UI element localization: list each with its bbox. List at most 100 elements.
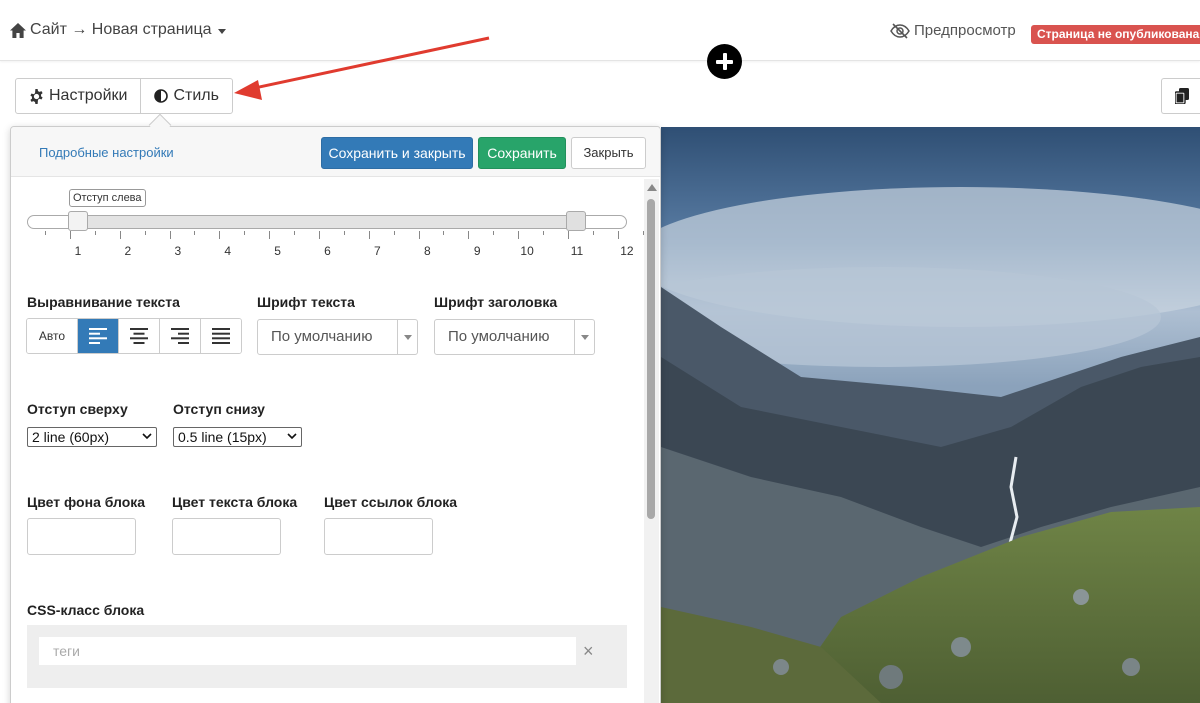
padding-bottom-label: Отступ снизу [173, 401, 265, 417]
align-justify-button[interactable] [200, 319, 241, 353]
slider-tick [69, 231, 71, 239]
slider-tick [343, 231, 345, 235]
slider-tooltip: Отступ слева [69, 189, 146, 207]
close-button[interactable]: Закрыть [571, 137, 646, 169]
tags-input[interactable]: теги [39, 637, 576, 665]
chevron-down-icon [574, 320, 594, 354]
slider-tick [543, 231, 544, 235]
link-color-label: Цвет ссылок блока [324, 494, 458, 510]
preview-label: Предпросмотр [914, 22, 1016, 39]
slider-tick-label: 8 [423, 244, 431, 258]
slider-ticks: 1 2 3 4 5 6 7 8 9 10 11 12 [11, 231, 651, 261]
slider-tick-label: 12 [620, 244, 634, 258]
gear-icon [30, 88, 43, 104]
slider-tick [244, 231, 246, 235]
padding-bottom-value: 0.5 line (15px) [178, 429, 267, 445]
slider-tick-label: 5 [274, 244, 281, 258]
slider-tick [567, 231, 569, 239]
align-right-button[interactable] [159, 319, 200, 353]
font-heading-label: Шрифт заголовка [434, 294, 558, 310]
slider-tick-label: 3 [174, 244, 182, 258]
padding-top-select[interactable]: 2 line (60px) [27, 427, 157, 447]
slider-tick [592, 231, 594, 235]
slider-tick [642, 231, 644, 235]
slider-tick [468, 231, 470, 239]
align-justify-icon [212, 328, 230, 344]
padding-top-label: Отступ сверху [27, 401, 128, 417]
slider-tick [119, 231, 121, 239]
bg-color-input[interactable] [27, 518, 136, 555]
padding-bottom-select[interactable]: 0.5 line (15px) [173, 427, 302, 447]
font-text-label: Шрифт текста [257, 294, 355, 310]
font-heading-select[interactable]: По умолчанию [434, 319, 595, 355]
padding-top-value: 2 line (60px) [32, 429, 110, 445]
tab-style[interactable]: Стиль [140, 79, 232, 113]
breadcrumb: Сайт → Новая страница [30, 21, 212, 38]
slider-tick [144, 231, 146, 235]
advanced-settings-link[interactable]: Подробные настройки [39, 145, 174, 160]
slider-tick-label: 7 [374, 244, 381, 258]
slider-tick [393, 231, 395, 235]
css-class-label: CSS-класс блока [27, 602, 145, 618]
slider-tick-label: 2 [124, 244, 132, 258]
tab-settings[interactable]: Настройки [16, 79, 140, 113]
slider-range [78, 216, 576, 228]
save-button[interactable]: Сохранить [478, 137, 566, 169]
block-tabs: Настройки Стиль [15, 78, 233, 114]
font-heading-value: По умолчанию [448, 328, 550, 345]
eye-slash-icon [890, 22, 910, 39]
align-right-icon [171, 328, 189, 344]
bg-color-label: Цвет фона блока [27, 494, 146, 510]
breadcrumb-dropdown[interactable]: Сайт → Новая страница [10, 19, 226, 41]
slider-tick [269, 231, 271, 239]
caret-down-icon [217, 28, 226, 34]
slider-handle-right[interactable] [566, 211, 586, 231]
chevron-down-icon [287, 433, 297, 440]
panel-header: Подробные настройки Сохранить и закрыть … [11, 127, 660, 177]
clear-icon[interactable]: × [583, 641, 594, 661]
slider-handle-left[interactable] [68, 211, 88, 231]
slider-tick-label: 10 [520, 244, 534, 258]
slider-tick [318, 231, 320, 239]
slider-tick [617, 231, 619, 239]
slider-tick-label: 4 [224, 244, 232, 258]
mountain-photo [661, 127, 1200, 703]
slider-tick [493, 231, 495, 235]
link-color-input[interactable] [324, 518, 433, 555]
slider-tick [368, 231, 370, 239]
style-panel: Подробные настройки Сохранить и закрыть … [10, 126, 661, 703]
home-icon [10, 22, 26, 38]
copy-button[interactable] [1161, 78, 1200, 114]
slider-tick [45, 231, 46, 235]
scroll-up-arrow-icon[interactable] [647, 184, 657, 191]
chevron-down-icon [397, 320, 417, 354]
status-badge: Страница не опубликована [1031, 25, 1200, 44]
slider-tick-label: 6 [324, 244, 331, 258]
align-left-button[interactable] [77, 319, 118, 353]
chevron-down-icon [142, 433, 152, 440]
font-text-value: По умолчанию [271, 328, 373, 345]
top-bar: Сайт → Новая страница Предпросмотр Стран… [0, 0, 1200, 61]
save-and-close-button[interactable]: Сохранить и закрыть [321, 137, 473, 169]
contrast-icon [154, 89, 169, 103]
align-center-button[interactable] [118, 319, 159, 353]
tab-settings-label: Настройки [49, 87, 128, 104]
font-text-select[interactable]: По умолчанию [257, 319, 418, 355]
copy-icon [1174, 88, 1189, 104]
preview-button[interactable]: Предпросмотр [890, 22, 1016, 39]
slider-tick-label: 9 [473, 244, 481, 258]
text-color-label: Цвет текста блока [172, 494, 298, 510]
css-class-field: теги × [27, 625, 627, 688]
slider-tick [94, 231, 96, 235]
slider-tick-label: 1 [74, 244, 82, 258]
slider-tick [169, 231, 171, 239]
align-center-icon [130, 328, 148, 344]
text-align-group: Авто [26, 318, 242, 354]
slider-tick [443, 231, 445, 235]
tab-style-label: Стиль [173, 87, 219, 104]
text-color-input[interactable] [172, 518, 281, 555]
add-block-button[interactable] [707, 44, 742, 79]
slider-tick [418, 231, 420, 239]
slider-tick [194, 231, 196, 235]
align-auto-button[interactable]: Авто [27, 319, 77, 353]
